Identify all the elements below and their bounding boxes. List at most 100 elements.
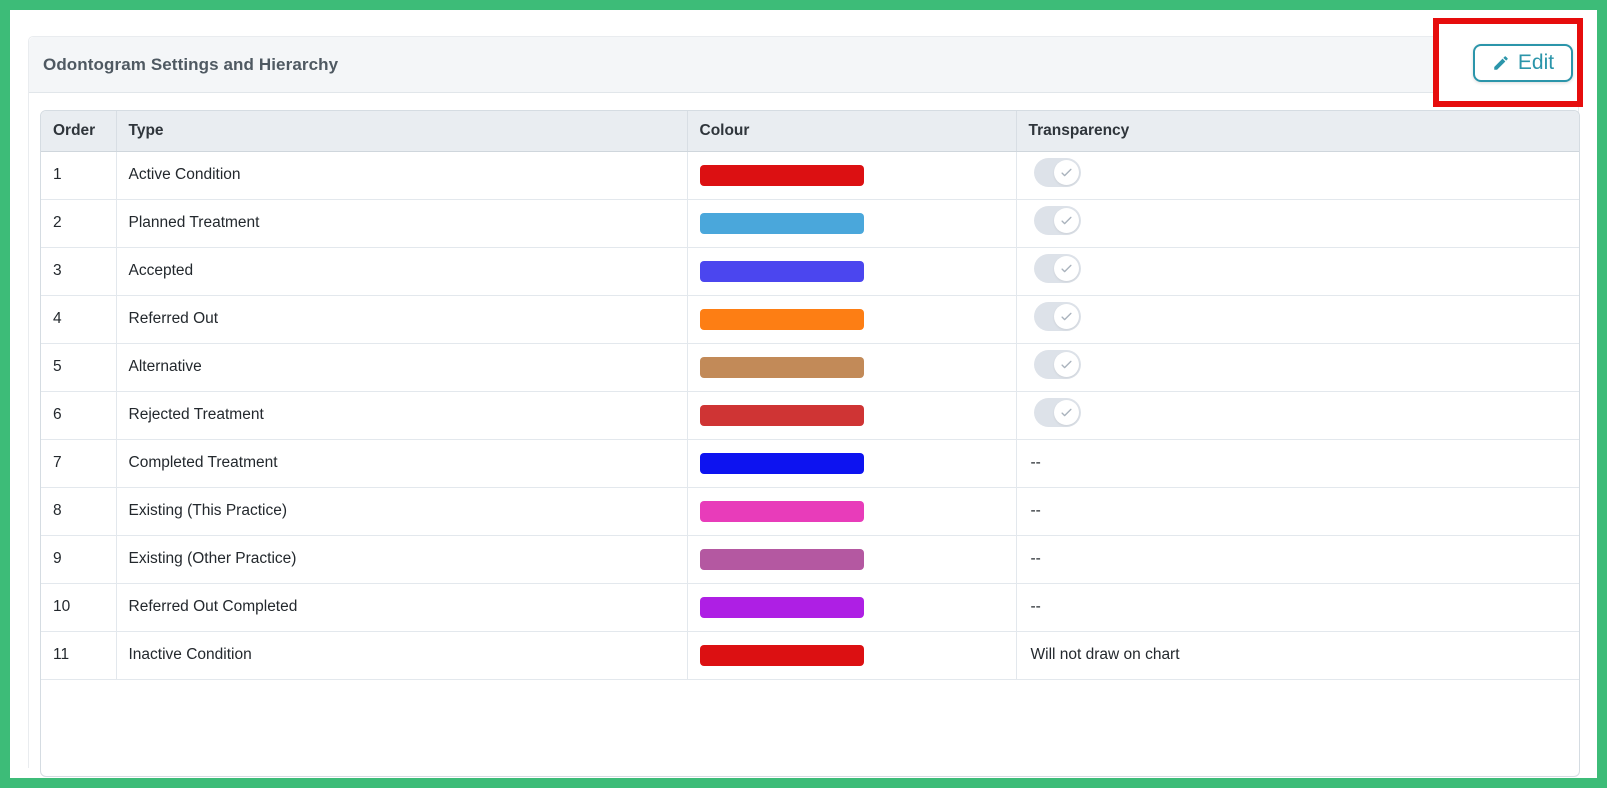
colour-swatch bbox=[699, 164, 864, 186]
pencil-icon bbox=[1494, 55, 1508, 70]
transparency-cell bbox=[1016, 199, 1579, 248]
order-cell: 7 bbox=[41, 439, 117, 488]
type-cell: Accepted bbox=[116, 247, 688, 296]
order-cell: 10 bbox=[41, 583, 117, 632]
type-cell: Active Condition bbox=[116, 151, 688, 200]
toggle-knob bbox=[1053, 352, 1079, 377]
order-cell: 5 bbox=[41, 343, 117, 392]
table-body: 1 Active Condition 2 Planned Treatment 3… bbox=[41, 151, 1579, 680]
colour-swatch bbox=[699, 212, 864, 234]
table-row: 2 Planned Treatment bbox=[41, 199, 1579, 248]
order-cell: 2 bbox=[41, 199, 117, 248]
table-row: 5 Alternative bbox=[41, 343, 1579, 392]
transparency-toggle[interactable] bbox=[1033, 206, 1081, 235]
colour-swatch bbox=[699, 500, 864, 522]
page-frame: Odontogram Settings and Hierarchy Order … bbox=[0, 0, 1607, 788]
type-cell: Existing (Other Practice) bbox=[116, 535, 688, 584]
table-row: 7 Completed Treatment -- bbox=[41, 439, 1579, 488]
table-row: 9 Existing (Other Practice) -- bbox=[41, 535, 1579, 584]
colour-cell bbox=[687, 199, 1017, 248]
colour-swatch bbox=[699, 356, 864, 378]
colour-cell bbox=[687, 583, 1017, 632]
colour-swatch bbox=[699, 308, 864, 330]
colour-cell bbox=[687, 295, 1017, 344]
type-cell: Inactive Condition bbox=[116, 631, 688, 680]
transparency-text: -- bbox=[1030, 502, 1041, 519]
colour-cell bbox=[687, 151, 1017, 200]
column-header-transparency: Transparency bbox=[1016, 111, 1579, 152]
colour-cell bbox=[687, 535, 1017, 584]
transparency-toggle[interactable] bbox=[1033, 350, 1081, 379]
check-icon bbox=[1060, 216, 1072, 225]
type-cell: Planned Treatment bbox=[116, 199, 688, 248]
settings-panel: Odontogram Settings and Hierarchy Order … bbox=[28, 36, 1580, 777]
transparency-cell: -- bbox=[1016, 535, 1579, 584]
edit-button[interactable]: Edit bbox=[1473, 43, 1573, 82]
table-header-row: Order Type Colour Transparency bbox=[41, 111, 1579, 152]
order-cell: 6 bbox=[41, 391, 117, 440]
settings-table-container: Order Type Colour Transparency 1 Active … bbox=[40, 110, 1580, 777]
order-cell: 4 bbox=[41, 295, 117, 344]
order-cell: 8 bbox=[41, 487, 117, 536]
colour-swatch bbox=[699, 548, 864, 570]
page-title: Odontogram Settings and Hierarchy bbox=[43, 54, 339, 74]
table-row: 10 Referred Out Completed -- bbox=[41, 583, 1579, 632]
type-cell: Referred Out Completed bbox=[116, 583, 688, 632]
table-row: 6 Rejected Treatment bbox=[41, 391, 1579, 440]
transparency-toggle[interactable] bbox=[1033, 254, 1081, 283]
type-cell: Completed Treatment bbox=[116, 439, 688, 488]
colour-cell bbox=[687, 391, 1017, 440]
colour-swatch bbox=[699, 596, 864, 618]
colour-swatch bbox=[699, 452, 864, 474]
colour-swatch bbox=[699, 404, 864, 426]
table-row: 3 Accepted bbox=[41, 247, 1579, 296]
column-header-order: Order bbox=[41, 111, 117, 152]
transparency-cell bbox=[1016, 247, 1579, 296]
settings-table: Order Type Colour Transparency 1 Active … bbox=[41, 111, 1579, 680]
transparency-text: -- bbox=[1030, 550, 1041, 567]
toggle-knob bbox=[1053, 160, 1079, 185]
transparency-cell bbox=[1016, 391, 1579, 440]
order-cell: 9 bbox=[41, 535, 117, 584]
transparency-text: -- bbox=[1030, 598, 1041, 615]
edit-button-label: Edit bbox=[1517, 50, 1555, 74]
transparency-cell bbox=[1016, 151, 1579, 200]
colour-cell bbox=[687, 343, 1017, 392]
type-cell: Referred Out bbox=[116, 295, 688, 344]
colour-cell bbox=[687, 439, 1017, 488]
order-cell: 3 bbox=[41, 247, 117, 296]
transparency-cell: -- bbox=[1016, 583, 1579, 632]
transparency-cell: -- bbox=[1016, 487, 1579, 536]
type-cell: Existing (This Practice) bbox=[116, 487, 688, 536]
panel-header: Odontogram Settings and Hierarchy bbox=[29, 37, 1578, 93]
transparency-cell: -- bbox=[1016, 439, 1579, 488]
transparency-cell: Will not draw on chart bbox=[1016, 631, 1579, 680]
transparency-toggle[interactable] bbox=[1033, 302, 1081, 331]
transparency-text: -- bbox=[1030, 454, 1041, 471]
order-cell: 1 bbox=[41, 151, 117, 200]
order-cell: 11 bbox=[41, 631, 117, 680]
column-header-type: Type bbox=[116, 111, 688, 152]
column-header-colour: Colour bbox=[687, 111, 1017, 152]
type-cell: Rejected Treatment bbox=[116, 391, 688, 440]
check-icon bbox=[1060, 264, 1072, 273]
table-row: 8 Existing (This Practice) -- bbox=[41, 487, 1579, 536]
transparency-text: Will not draw on chart bbox=[1030, 646, 1180, 663]
edit-highlight-box: Edit bbox=[1433, 18, 1583, 107]
transparency-cell bbox=[1016, 295, 1579, 344]
colour-cell bbox=[687, 247, 1017, 296]
type-cell: Alternative bbox=[116, 343, 688, 392]
table-row: 11 Inactive Condition Will not draw on c… bbox=[41, 631, 1579, 680]
transparency-toggle[interactable] bbox=[1033, 158, 1081, 187]
toggle-knob bbox=[1053, 208, 1079, 233]
check-icon bbox=[1060, 312, 1072, 321]
table-row: 4 Referred Out bbox=[41, 295, 1579, 344]
check-icon bbox=[1060, 168, 1072, 177]
colour-cell bbox=[687, 631, 1017, 680]
toggle-knob bbox=[1053, 256, 1079, 281]
check-icon bbox=[1060, 360, 1072, 369]
colour-swatch bbox=[699, 644, 864, 666]
colour-cell bbox=[687, 487, 1017, 536]
table-row: 1 Active Condition bbox=[41, 151, 1579, 200]
transparency-toggle[interactable] bbox=[1033, 398, 1081, 427]
